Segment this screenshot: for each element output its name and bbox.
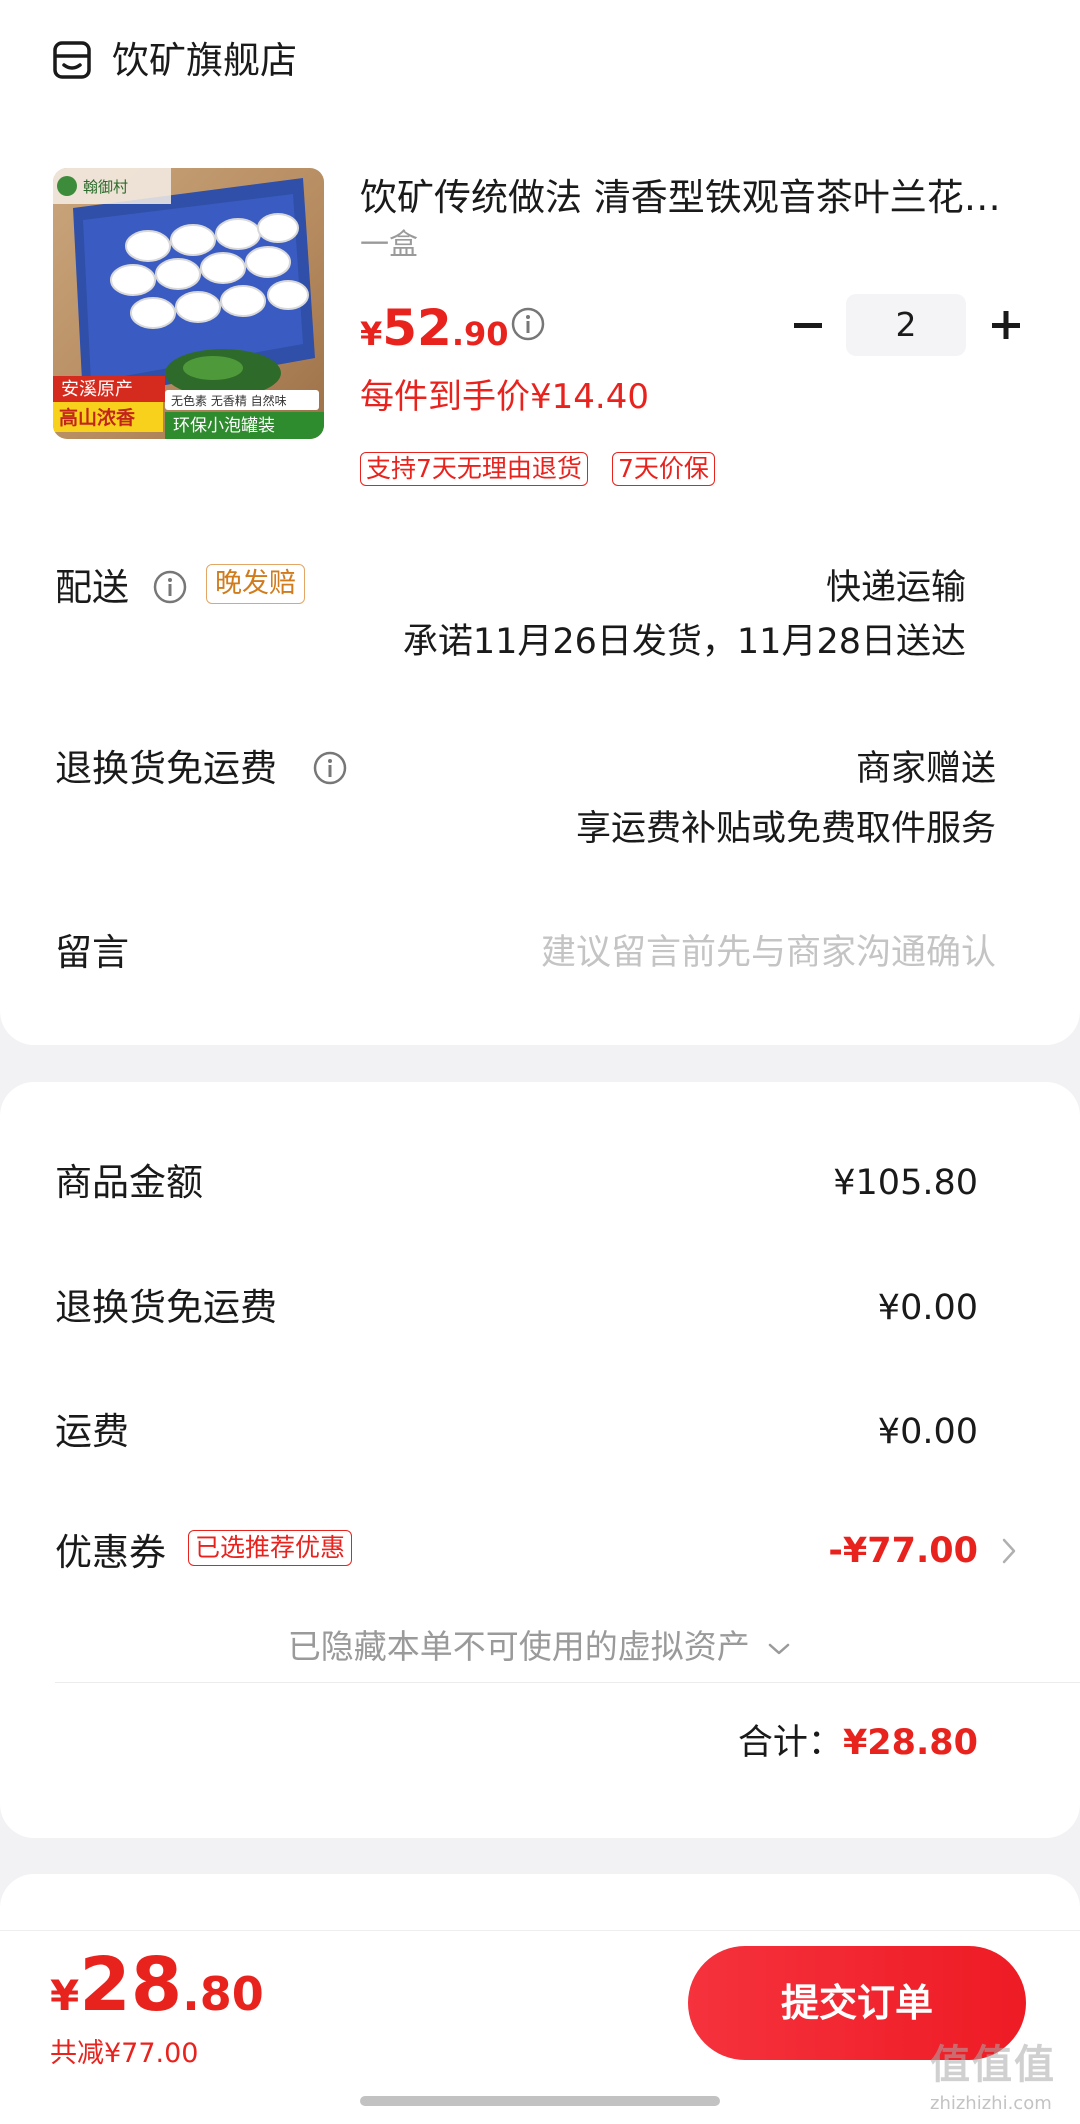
unit-price: 每件到手价¥14.40 <box>360 377 649 417</box>
price-protect-tag: 7天价保 <box>612 452 715 486</box>
product-spec[interactable]: 一盒 <box>360 224 418 264</box>
image-slogan-text: 高山浓香 <box>59 406 136 429</box>
coupon-recommended-badge[interactable]: 已选推荐优惠 <box>188 1530 353 1566</box>
price-decimal: .90 <box>451 315 509 353</box>
store-name[interactable]: 饮矿旗舰店 <box>112 36 297 86</box>
delivery-promise[interactable]: 承诺11月26日发货，11月28日送达 <box>403 617 966 667</box>
message-label: 留言 <box>55 931 129 974</box>
product-image[interactable]: 翰御村 安溪原产 高山浓香 无色素 无香精 自然味 环保小泡罐装 <box>53 168 324 439</box>
return-fee-value: ¥0.00 <box>877 1288 978 1328</box>
hidden-assets-toggle[interactable]: 已隐藏本单不可使用的虚拟资产 <box>0 1622 1080 1672</box>
plus-icon[interactable] <box>984 300 1028 350</box>
message-input[interactable] <box>436 924 996 982</box>
product-price: ¥52.90 <box>360 298 509 370</box>
pay-integer: 28 <box>79 1942 183 2028</box>
chevron-right-icon[interactable] <box>1000 1534 1018 1568</box>
total-row: 合计：¥28.80 <box>738 1718 978 1768</box>
watermark-logo: 值值值 <box>930 2042 1056 2088</box>
price-info-icon[interactable] <box>510 306 546 342</box>
price-currency: ¥ <box>360 315 383 353</box>
image-origin-text: 安溪原产 <box>61 379 133 400</box>
summary-divider <box>55 1682 1080 1683</box>
shipping-fee-label: 运费 <box>55 1410 129 1453</box>
quantity-input[interactable]: 2 <box>846 294 966 356</box>
total-value: ¥28.80 <box>842 1723 978 1763</box>
chevron-down-icon <box>769 1643 790 1654</box>
coupon-label[interactable]: 优惠券 <box>55 1528 166 1578</box>
watermark-url: zhizhizhi.com <box>930 2093 1052 2114</box>
return-shipping-desc: 享运费补贴或免费取件服务 <box>575 809 996 849</box>
goods-amount-label: 商品金额 <box>55 1161 203 1204</box>
goods-amount-value: ¥105.80 <box>833 1163 978 1203</box>
late-compensation-badge[interactable]: 晚发赔 <box>206 564 305 604</box>
order-item-card <box>0 0 1080 1045</box>
image-package-text: 环保小泡罐装 <box>173 416 275 436</box>
hidden-assets-text: 已隐藏本单不可使用的虚拟资产 <box>287 1627 750 1666</box>
shipping-fee-value: ¥0.00 <box>877 1412 978 1452</box>
store-icon <box>53 41 91 79</box>
return-policy-tag: 支持7天无理由退货 <box>360 452 588 486</box>
pay-currency: ¥ <box>50 1971 80 2020</box>
product-photo: 翰御村 安溪原产 高山浓香 无色素 无香精 自然味 环保小泡罐装 <box>53 168 324 439</box>
total-label: 合计： <box>737 1723 843 1763</box>
image-features-text: 无色素 无香精 自然味 <box>171 393 287 408</box>
coupon-value[interactable]: -¥77.00 <box>828 1526 978 1576</box>
return-fee-label: 退换货免运费 <box>55 1286 277 1329</box>
delivery-label: 配送 <box>55 566 129 609</box>
price-integer: 52 <box>382 299 452 357</box>
return-info-icon[interactable] <box>312 750 348 786</box>
total-discount: 共减¥77.00 <box>50 2038 199 2069</box>
return-shipping-label: 退换货免运费 <box>55 747 277 790</box>
delivery-method[interactable]: 快递运输 <box>826 563 966 613</box>
home-indicator[interactable] <box>360 2096 720 2106</box>
product-title[interactable]: 饮矿传统做法 清香型铁观音茶叶兰花香浓香型乌龙茶新茶礼盒装 <box>360 172 1020 224</box>
image-brand-text: 翰御村 <box>83 178 128 196</box>
delivery-info-icon[interactable] <box>152 569 188 605</box>
pay-decimal: .80 <box>182 1967 264 2021</box>
return-shipping-value: 商家赠送 <box>855 749 996 789</box>
minus-icon[interactable] <box>788 300 828 350</box>
